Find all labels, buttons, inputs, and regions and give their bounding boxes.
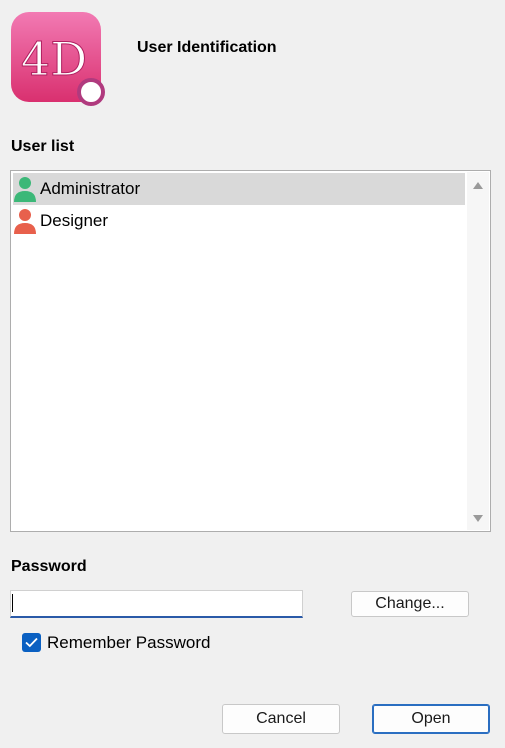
list-item-label: Designer xyxy=(40,211,109,230)
remember-password-label: Remember Password xyxy=(47,633,211,652)
password-label: Password xyxy=(11,558,87,575)
scroll-up-arrow-icon[interactable] xyxy=(473,182,483,189)
text-caret xyxy=(12,594,13,612)
list-item-administrator[interactable]: Administrator xyxy=(13,173,465,205)
remember-password-checkbox[interactable] xyxy=(22,633,41,652)
user-list[interactable]: Administrator Designer xyxy=(10,170,491,532)
app-logo: 4D xyxy=(11,12,106,107)
dialog-title: User Identification xyxy=(137,39,277,56)
svg-text:4D: 4D xyxy=(21,32,87,86)
user-list-label: User list xyxy=(11,138,75,155)
user-icon xyxy=(14,209,36,234)
cancel-button[interactable]: Cancel xyxy=(222,704,340,734)
user-icon xyxy=(14,177,36,202)
list-item-label: Administrator xyxy=(40,179,141,198)
list-item-designer[interactable]: Designer xyxy=(13,205,465,237)
change-password-button[interactable]: Change... xyxy=(351,591,469,617)
checkmark-icon xyxy=(25,637,38,648)
scroll-down-arrow-icon[interactable] xyxy=(473,515,483,522)
password-input[interactable] xyxy=(10,590,303,618)
vertical-scrollbar[interactable] xyxy=(467,172,489,530)
open-button[interactable]: Open xyxy=(372,704,490,734)
